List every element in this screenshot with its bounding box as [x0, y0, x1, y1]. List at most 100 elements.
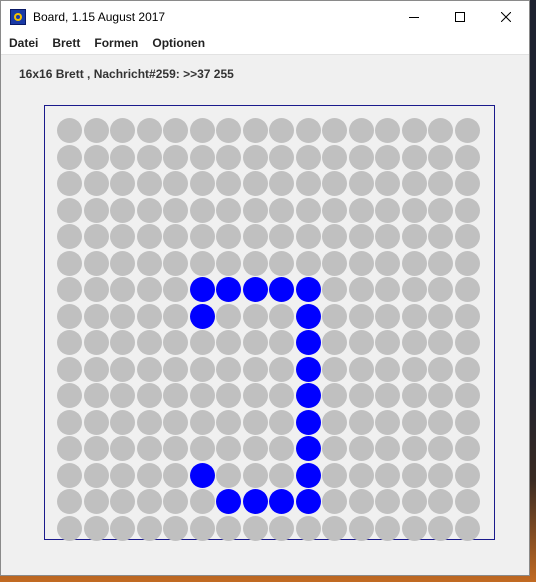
- board-cell[interactable]: [348, 224, 374, 249]
- board-cell[interactable]: [454, 436, 480, 461]
- board-cell[interactable]: [216, 277, 241, 302]
- board-cell[interactable]: [189, 197, 215, 223]
- board-cell[interactable]: [110, 462, 135, 488]
- board-cell[interactable]: [189, 489, 215, 514]
- board-cell[interactable]: [189, 118, 215, 143]
- board-cell[interactable]: [295, 383, 321, 408]
- board-cell[interactable]: [242, 489, 268, 514]
- board-cell[interactable]: [454, 118, 480, 143]
- board-cell[interactable]: [163, 277, 188, 302]
- board-cell[interactable]: [163, 515, 188, 541]
- board-cell[interactable]: [57, 436, 82, 461]
- board-cell[interactable]: [454, 489, 480, 514]
- board-cell[interactable]: [295, 171, 321, 196]
- board-cell[interactable]: [136, 224, 162, 249]
- board-cell[interactable]: [189, 436, 215, 461]
- board-cell[interactable]: [242, 356, 268, 382]
- board-cell[interactable]: [189, 224, 215, 249]
- board-cell[interactable]: [83, 462, 109, 488]
- board-cell[interactable]: [136, 409, 162, 435]
- board-cell[interactable]: [269, 171, 294, 196]
- board-cell[interactable]: [136, 489, 162, 514]
- board-cell[interactable]: [57, 303, 82, 329]
- board-cell[interactable]: [295, 303, 321, 329]
- board-cell[interactable]: [216, 436, 241, 461]
- board-cell[interactable]: [428, 515, 453, 541]
- board-cell[interactable]: [401, 515, 427, 541]
- board-cell[interactable]: [295, 277, 321, 302]
- board-cell[interactable]: [454, 356, 480, 382]
- board-cell[interactable]: [269, 250, 294, 276]
- board-cell[interactable]: [216, 303, 241, 329]
- board-cell[interactable]: [242, 144, 268, 170]
- board-cell[interactable]: [454, 462, 480, 488]
- board-cell[interactable]: [110, 224, 135, 249]
- board-cell[interactable]: [375, 224, 400, 249]
- board-cell[interactable]: [57, 409, 82, 435]
- board-cell[interactable]: [136, 250, 162, 276]
- board-cell[interactable]: [242, 303, 268, 329]
- board-cell[interactable]: [348, 250, 374, 276]
- board-cell[interactable]: [163, 330, 188, 355]
- board-cell[interactable]: [428, 224, 453, 249]
- board-cell[interactable]: [189, 462, 215, 488]
- board-cell[interactable]: [110, 118, 135, 143]
- board-cell[interactable]: [83, 515, 109, 541]
- board-cell[interactable]: [454, 409, 480, 435]
- board-cell[interactable]: [295, 436, 321, 461]
- board-cell[interactable]: [295, 250, 321, 276]
- board-cell[interactable]: [189, 171, 215, 196]
- board-cell[interactable]: [348, 436, 374, 461]
- board-cell[interactable]: [57, 144, 82, 170]
- board-cell[interactable]: [83, 383, 109, 408]
- board-cell[interactable]: [428, 144, 453, 170]
- board-cell[interactable]: [163, 303, 188, 329]
- board-cell[interactable]: [322, 250, 347, 276]
- board-cell[interactable]: [189, 383, 215, 408]
- board-cell[interactable]: [57, 515, 82, 541]
- board-cell[interactable]: [428, 356, 453, 382]
- board-cell[interactable]: [216, 462, 241, 488]
- board-cell[interactable]: [57, 462, 82, 488]
- board-cell[interactable]: [110, 409, 135, 435]
- menu-brett[interactable]: Brett: [46, 36, 86, 50]
- board-cell[interactable]: [136, 383, 162, 408]
- board-cell[interactable]: [454, 144, 480, 170]
- board-cell[interactable]: [428, 409, 453, 435]
- board-cell[interactable]: [348, 462, 374, 488]
- board-cell[interactable]: [295, 515, 321, 541]
- board-cell[interactable]: [428, 171, 453, 196]
- board-cell[interactable]: [163, 250, 188, 276]
- board-cell[interactable]: [401, 489, 427, 514]
- board-cell[interactable]: [189, 250, 215, 276]
- board-cell[interactable]: [454, 250, 480, 276]
- board-cell[interactable]: [401, 462, 427, 488]
- menu-optionen[interactable]: Optionen: [146, 36, 211, 50]
- board-cell[interactable]: [375, 489, 400, 514]
- board-cell[interactable]: [242, 409, 268, 435]
- board-cell[interactable]: [322, 277, 347, 302]
- board-cell[interactable]: [216, 144, 241, 170]
- board-cell[interactable]: [189, 515, 215, 541]
- board-cell[interactable]: [216, 409, 241, 435]
- board-cell[interactable]: [295, 197, 321, 223]
- board-cell[interactable]: [348, 489, 374, 514]
- board-cell[interactable]: [269, 383, 294, 408]
- board-cell[interactable]: [269, 436, 294, 461]
- board-cell[interactable]: [110, 171, 135, 196]
- board-cell[interactable]: [375, 436, 400, 461]
- board-cell[interactable]: [454, 171, 480, 196]
- board-cell[interactable]: [269, 409, 294, 435]
- board-cell[interactable]: [322, 303, 347, 329]
- board-cell[interactable]: [83, 303, 109, 329]
- board-cell[interactable]: [163, 118, 188, 143]
- board-cell[interactable]: [242, 171, 268, 196]
- board-cell[interactable]: [269, 489, 294, 514]
- board-cell[interactable]: [454, 303, 480, 329]
- minimize-button[interactable]: [391, 1, 437, 32]
- board-cell[interactable]: [269, 144, 294, 170]
- board-cell[interactable]: [216, 356, 241, 382]
- board-cell[interactable]: [428, 462, 453, 488]
- board-cell[interactable]: [348, 118, 374, 143]
- board-cell[interactable]: [163, 356, 188, 382]
